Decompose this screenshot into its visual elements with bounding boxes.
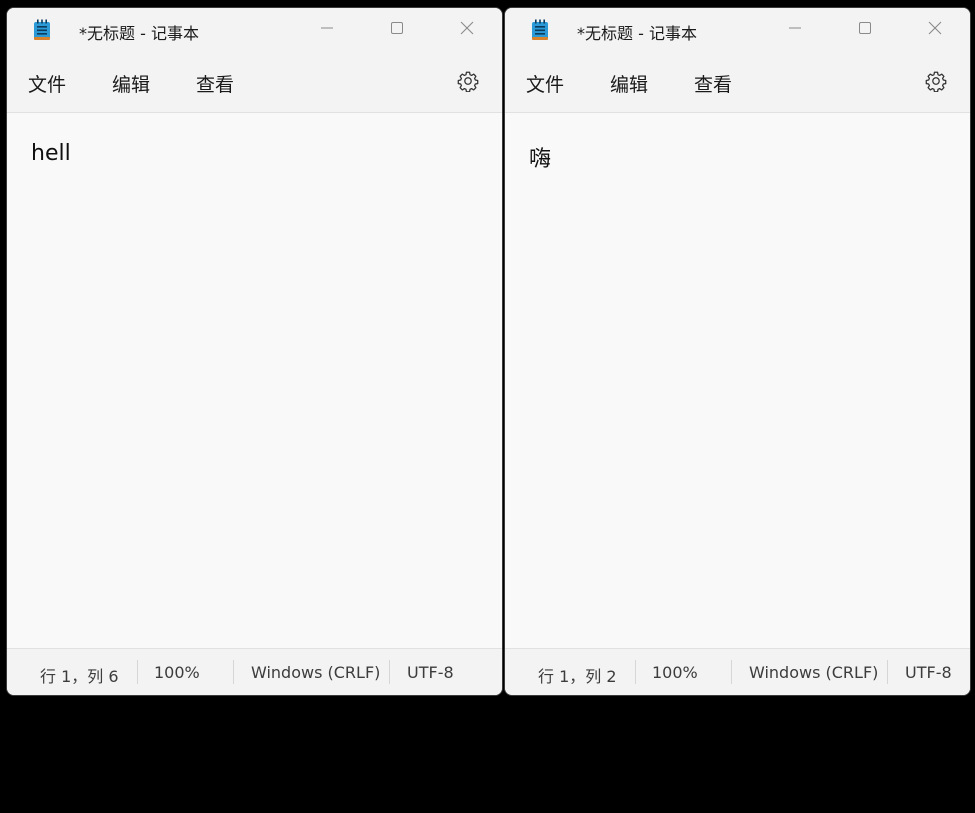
status-divider — [389, 660, 390, 684]
notepad-icon — [532, 19, 548, 40]
maximize-button[interactable] — [374, 8, 420, 48]
title-bar[interactable]: *无标题 - 记事本 — [7, 8, 502, 52]
close-icon — [928, 21, 942, 35]
zoom-level[interactable]: 100% — [154, 663, 200, 682]
close-button[interactable] — [912, 8, 958, 48]
menu-file[interactable]: 文件 — [526, 70, 564, 97]
minimize-icon — [789, 27, 801, 29]
menu-edit[interactable]: 编辑 — [610, 70, 648, 97]
line-ending[interactable]: Windows (CRLF) — [251, 663, 380, 682]
minimize-icon — [321, 27, 333, 29]
menu-view[interactable]: 查看 — [196, 70, 234, 97]
zoom-level[interactable]: 100% — [652, 663, 698, 682]
status-divider — [887, 660, 888, 684]
notepad-window-right[interactable]: *无标题 - 记事本 文件 编辑 查看 嗨 行 1，列 2 100% Windo… — [504, 7, 971, 696]
gear-icon — [457, 71, 479, 92]
maximize-icon — [859, 22, 871, 34]
menu-file[interactable]: 文件 — [28, 70, 66, 97]
editor-content: hell — [31, 141, 71, 166]
menu-view[interactable]: 查看 — [694, 70, 732, 97]
title-bar[interactable]: *无标题 - 记事本 — [505, 8, 970, 52]
minimize-button[interactable] — [304, 8, 350, 48]
encoding[interactable]: UTF-8 — [905, 663, 952, 682]
status-divider — [635, 660, 636, 684]
settings-button[interactable] — [923, 68, 949, 94]
window-title: *无标题 - 记事本 — [577, 24, 697, 43]
settings-button[interactable] — [455, 68, 481, 94]
status-divider — [731, 660, 732, 684]
status-bar: 行 1，列 2 100% Windows (CRLF) UTF-8 — [505, 648, 970, 695]
minimize-button[interactable] — [772, 8, 818, 48]
encoding[interactable]: UTF-8 — [407, 663, 454, 682]
close-icon — [460, 21, 474, 35]
status-bar: 行 1，列 6 100% Windows (CRLF) UTF-8 — [7, 648, 502, 695]
status-divider — [137, 660, 138, 684]
menu-bar: 文件 编辑 查看 — [7, 52, 502, 113]
close-button[interactable] — [444, 8, 490, 48]
editor-content: 嗨 — [529, 147, 552, 172]
cursor-position: 行 1，列 6 — [40, 667, 119, 686]
line-ending[interactable]: Windows (CRLF) — [749, 663, 878, 682]
gear-icon — [925, 71, 947, 92]
maximize-button[interactable] — [842, 8, 888, 48]
menu-bar: 文件 编辑 查看 — [505, 52, 970, 113]
status-divider — [233, 660, 234, 684]
cursor-position: 行 1，列 2 — [538, 667, 617, 686]
text-editor[interactable]: hell — [7, 113, 502, 649]
maximize-icon — [391, 22, 403, 34]
notepad-icon — [34, 19, 50, 40]
notepad-window-left[interactable]: *无标题 - 记事本 文件 编辑 查看 hell 行 1，列 6 100% Wi… — [6, 7, 503, 696]
menu-edit[interactable]: 编辑 — [112, 70, 150, 97]
text-editor[interactable]: 嗨 — [505, 113, 970, 649]
window-title: *无标题 - 记事本 — [79, 24, 199, 43]
